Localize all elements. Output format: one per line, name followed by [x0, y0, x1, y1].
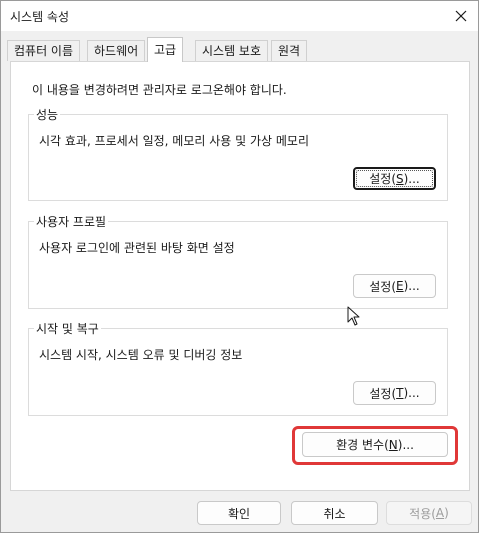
- performance-settings-button[interactable]: 설정(S)...: [353, 167, 436, 190]
- performance-description: 시각 효과, 프로세서 일정, 메모리 사용 및 가상 메모리: [39, 134, 309, 148]
- admin-notice: 이 내용을 변경하려면 관리자로 로그온해야 합니다.: [32, 83, 287, 97]
- advanced-tab-panel: 이 내용을 변경하려면 관리자로 로그온해야 합니다. 성능 시각 효과, 프로…: [10, 61, 470, 491]
- tab-strip: 컴퓨터 이름 하드웨어 고급 시스템 보호 원격: [1, 37, 478, 62]
- user-profiles-legend: 사용자 프로필: [34, 213, 109, 230]
- close-button[interactable]: [448, 3, 474, 29]
- tab-hardware[interactable]: 하드웨어: [87, 40, 146, 61]
- tab-remote[interactable]: 원격: [271, 40, 308, 61]
- startup-recovery-settings-button[interactable]: 설정(T)...: [353, 381, 436, 405]
- title-bar: 시스템 속성: [1, 1, 478, 31]
- system-properties-window: 시스템 속성 컴퓨터 이름 하드웨어 고급 시스템 보호 원격 이 내용을 변경…: [0, 0, 479, 533]
- tab-system-protection[interactable]: 시스템 보호: [195, 40, 269, 61]
- user-profiles-group: 사용자 프로필 사용자 로그인에 관련된 바탕 화면 설정 설정(E)...: [28, 213, 448, 309]
- tab-computer-name[interactable]: 컴퓨터 이름: [7, 40, 81, 61]
- startup-recovery-description: 시스템 시작, 시스템 오류 및 디버깅 정보: [39, 348, 243, 362]
- close-icon: [455, 10, 467, 22]
- cancel-button[interactable]: 취소: [291, 501, 378, 525]
- environment-variables-button[interactable]: 환경 변수(N)...: [302, 432, 448, 457]
- performance-legend: 성능: [34, 106, 61, 123]
- user-profiles-description: 사용자 로그인에 관련된 바탕 화면 설정: [39, 241, 235, 255]
- tab-advanced[interactable]: 고급: [147, 37, 184, 62]
- window-title: 시스템 속성: [10, 10, 70, 24]
- mouse-pointer-icon: [347, 306, 360, 326]
- user-profiles-settings-button[interactable]: 설정(E)...: [353, 274, 436, 298]
- startup-recovery-legend: 시작 및 복구: [34, 320, 101, 337]
- startup-recovery-group: 시작 및 복구 시스템 시작, 시스템 오류 및 디버깅 정보 설정(T)...: [28, 320, 448, 416]
- apply-button[interactable]: 적용(A): [386, 501, 472, 525]
- ok-button[interactable]: 확인: [197, 501, 281, 525]
- performance-group: 성능 시각 효과, 프로세서 일정, 메모리 사용 및 가상 메모리 설정(S)…: [28, 106, 448, 201]
